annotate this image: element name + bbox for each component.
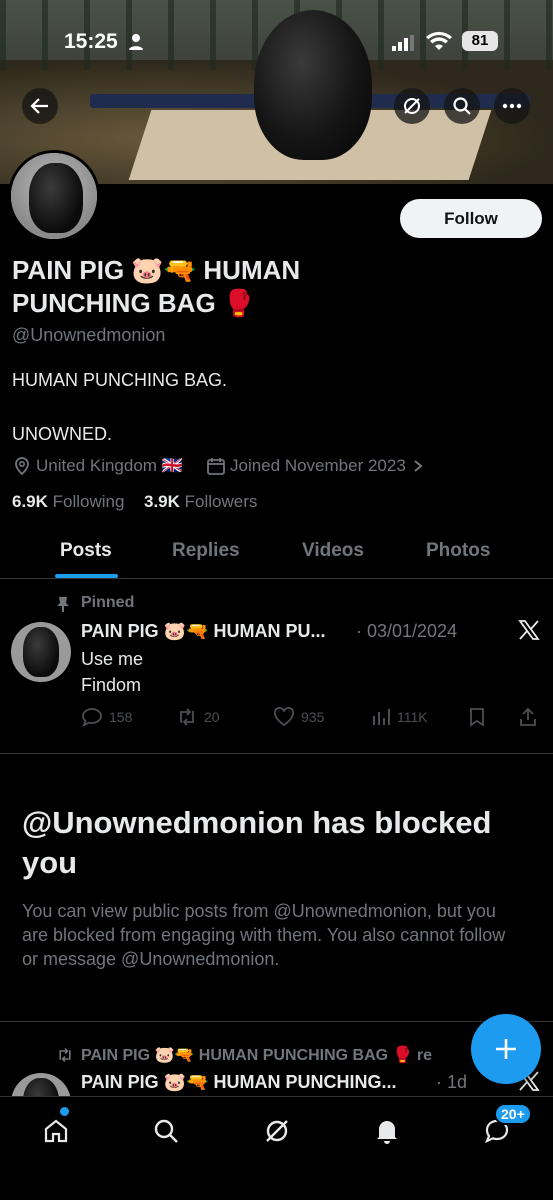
- wifi-icon: [426, 31, 452, 56]
- arrow-left-icon: [30, 98, 48, 114]
- repost-icon: [180, 708, 194, 726]
- location-text: United Kingdom 🇬🇧: [36, 456, 183, 475]
- repost-label: PAIN PIG 🐷🔫 HUMAN PUNCHING BAG 🥊 re: [81, 1047, 433, 1064]
- views-button[interactable]: 111K: [371, 707, 428, 727]
- joined-date[interactable]: Joined November 2023: [206, 456, 424, 476]
- search-icon: [453, 97, 471, 115]
- nav-notifications[interactable]: [367, 1111, 407, 1151]
- tab-photos[interactable]: Photos: [426, 540, 490, 562]
- nav-home[interactable]: [36, 1111, 76, 1151]
- reply-button[interactable]: 158: [81, 707, 132, 727]
- location: United Kingdom 🇬🇧: [12, 456, 183, 476]
- follow-button[interactable]: Follow: [400, 199, 542, 238]
- following-label: Following: [52, 492, 125, 511]
- pin-icon: [56, 596, 70, 617]
- nav-grok[interactable]: [257, 1111, 297, 1151]
- post-date: · 1d: [436, 1072, 468, 1092]
- divider: [0, 1021, 553, 1022]
- bottom-nav: 20+: [0, 1096, 553, 1200]
- repost-indicator: PAIN PIG 🐷🔫 HUMAN PUNCHING BAG 🥊 re: [55, 1045, 432, 1065]
- profile-handle: @Unownedmonion: [12, 325, 166, 345]
- back-button[interactable]: [22, 88, 58, 124]
- followers-count[interactable]: 3.9K Followers: [144, 492, 257, 512]
- search-button[interactable]: [444, 88, 480, 124]
- post-date: · 03/01/2024: [356, 621, 458, 641]
- grok-icon: [266, 1120, 288, 1142]
- plus-icon: [496, 1039, 516, 1059]
- calendar-icon: [207, 458, 225, 475]
- more-button[interactable]: [494, 88, 530, 124]
- search-icon: [154, 1119, 178, 1143]
- location-pin-icon: [15, 457, 29, 476]
- blocked-description: You can view public posts from @Unownedm…: [22, 901, 506, 969]
- repost-icon: [59, 1048, 71, 1062]
- joined-text: Joined November 2023: [230, 456, 406, 475]
- chevron-right-icon: [414, 460, 423, 472]
- status-time: 15:25: [64, 30, 118, 53]
- pinned-label: Pinned: [81, 594, 135, 611]
- repost-count: 20: [204, 709, 220, 725]
- post-text: Findom: [81, 675, 142, 695]
- like-count: 935: [301, 709, 325, 725]
- home-new-dot: [60, 1107, 69, 1116]
- tab-replies[interactable]: Replies: [172, 540, 240, 562]
- views-count: 111K: [397, 709, 428, 725]
- grok-icon: [404, 98, 420, 114]
- share-icon: [520, 707, 536, 726]
- bookmark-button[interactable]: [468, 707, 492, 727]
- share-button[interactable]: [518, 707, 544, 727]
- blocked-title: @Unownedmonion has blocked you: [22, 805, 492, 880]
- bell-icon: [377, 1121, 397, 1144]
- tab-videos[interactable]: Videos: [302, 540, 364, 562]
- post-author[interactable]: PAIN PIG 🐷🔫 HUMAN PUNCHING...: [81, 1072, 397, 1093]
- views-chart-icon: [373, 709, 390, 725]
- signal-icon: [392, 35, 414, 56]
- messages-badge: 20+: [494, 1103, 532, 1125]
- bookmark-icon: [470, 708, 484, 727]
- home-icon: [44, 1119, 68, 1143]
- x-logo-icon: [518, 619, 540, 646]
- followers-number: 3.9K: [144, 492, 180, 511]
- repost-button[interactable]: 20: [176, 707, 220, 727]
- heart-icon: [274, 707, 294, 727]
- more-icon: [502, 103, 522, 109]
- post-avatar[interactable]: [11, 622, 71, 682]
- like-button[interactable]: 935: [273, 707, 324, 727]
- divider: [0, 578, 553, 579]
- tab-posts[interactable]: Posts: [60, 540, 112, 562]
- reply-count: 158: [109, 709, 133, 725]
- display-name: PAIN PIG 🐷🔫 HUMAN PUNCHING BAG 🥊: [12, 255, 301, 318]
- post-author[interactable]: PAIN PIG 🐷🔫 HUMAN PU...: [81, 621, 326, 642]
- nav-search[interactable]: [146, 1111, 186, 1151]
- compose-button[interactable]: [471, 1014, 541, 1084]
- bio-line: UNOWNED.: [12, 424, 112, 444]
- following-count[interactable]: 6.9K Following: [12, 492, 124, 512]
- divider: [0, 753, 553, 754]
- grok-button[interactable]: [394, 88, 430, 124]
- person-icon: [128, 33, 144, 56]
- bio-line: HUMAN PUNCHING BAG.: [12, 370, 228, 390]
- followers-label: Followers: [184, 492, 258, 511]
- reply-icon: [82, 708, 102, 727]
- following-number: 6.9K: [12, 492, 48, 511]
- battery-indicator: 81: [462, 31, 498, 51]
- post-text: Use me: [81, 649, 144, 669]
- profile-avatar[interactable]: [8, 150, 100, 242]
